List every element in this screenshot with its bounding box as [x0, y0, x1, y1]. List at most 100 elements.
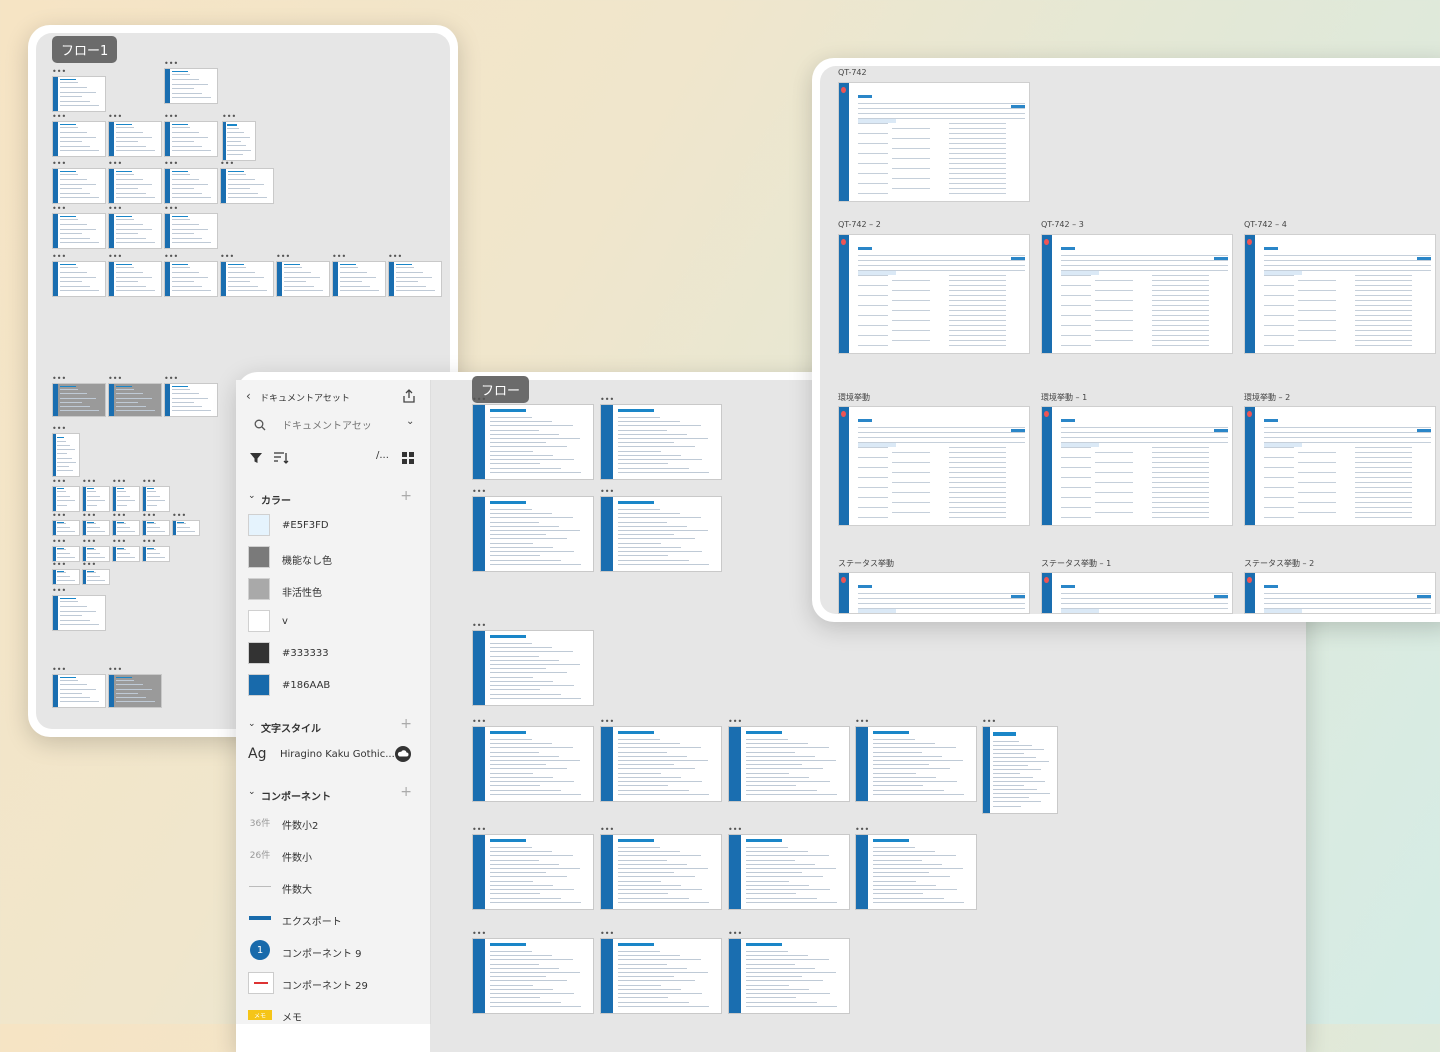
- artboard-thumbnail[interactable]: [142, 546, 170, 562]
- artboard-frame[interactable]: [1041, 406, 1233, 526]
- artboard-thumbnail[interactable]: [52, 486, 80, 512]
- component-item[interactable]: 件数大: [236, 876, 430, 898]
- artboard-frame[interactable]: [838, 572, 1030, 614]
- color-swatch-item[interactable]: #186AAB: [236, 674, 430, 698]
- artboard-thumbnail[interactable]: [728, 726, 850, 802]
- frame-menu-dots[interactable]: •••: [52, 68, 66, 76]
- artboard-thumbnail[interactable]: [82, 569, 110, 585]
- artboard-thumbnail[interactable]: [472, 404, 594, 480]
- add-text-style-icon[interactable]: +: [400, 716, 412, 732]
- frame-menu-dots[interactable]: •••: [982, 718, 996, 726]
- artboard-thumbnail[interactable]: [52, 261, 106, 297]
- color-swatch-item[interactable]: #E5F3FD: [236, 514, 430, 538]
- frame-menu-dots[interactable]: •••: [728, 826, 742, 834]
- component-item[interactable]: コンポーネント 29: [236, 972, 430, 994]
- frame-menu-dots[interactable]: •••: [164, 253, 178, 261]
- frame-menu-dots[interactable]: •••: [52, 375, 66, 383]
- flow1-title-tag[interactable]: フロー1: [52, 36, 118, 63]
- search-dropdown-chevron-icon[interactable]: ⌄: [406, 416, 414, 427]
- artboard-thumbnail[interactable]: [112, 546, 140, 562]
- filter-icon[interactable]: [249, 451, 263, 465]
- artboard-thumbnail[interactable]: [142, 486, 170, 512]
- artboard-thumbnail[interactable]: [52, 433, 80, 477]
- frame-menu-dots[interactable]: •••: [600, 718, 614, 726]
- artboard-thumbnail[interactable]: [332, 261, 386, 297]
- artboard-thumbnail[interactable]: [600, 726, 722, 802]
- frame-menu-dots[interactable]: •••: [52, 205, 66, 213]
- artboard-label[interactable]: ステータス挙動 – 1: [1041, 558, 1111, 569]
- artboard-thumbnail[interactable]: [472, 726, 594, 802]
- color-swatch-item[interactable]: 機能なし色: [236, 546, 430, 570]
- frame-menu-dots[interactable]: •••: [108, 160, 122, 168]
- artboard-thumbnail[interactable]: [220, 261, 274, 297]
- frame-menu-dots[interactable]: •••: [472, 718, 486, 726]
- artboard-thumbnail[interactable]: [472, 496, 594, 572]
- artboard-thumbnail[interactable]: [472, 938, 594, 1014]
- artboard-thumbnail[interactable]: [52, 383, 106, 417]
- component-item[interactable]: 1 コンポーネント 9: [236, 940, 430, 962]
- frame-menu-dots[interactable]: •••: [52, 538, 66, 546]
- frame-menu-dots[interactable]: •••: [108, 253, 122, 261]
- text-style-item[interactable]: Ag Hiragino Kaku Gothic...: [236, 744, 430, 766]
- frame-menu-dots[interactable]: •••: [52, 587, 66, 595]
- frame-menu-dots[interactable]: •••: [220, 253, 234, 261]
- frame-menu-dots[interactable]: •••: [112, 478, 126, 486]
- edit-path-icon[interactable]: /...: [376, 450, 389, 461]
- artboard-thumbnail[interactable]: [52, 76, 106, 112]
- artboard-thumbnail[interactable]: [600, 834, 722, 910]
- add-color-icon[interactable]: +: [400, 488, 412, 504]
- artboard-thumbnail[interactable]: [108, 261, 162, 297]
- artboard-frame[interactable]: [1244, 234, 1436, 354]
- share-icon[interactable]: [401, 388, 417, 404]
- frame-menu-dots[interactable]: •••: [108, 375, 122, 383]
- colors-section-header[interactable]: ⌄ カラー +: [236, 488, 430, 507]
- artboard-thumbnail[interactable]: [600, 404, 722, 480]
- artboard-label[interactable]: 環境挙動 – 2: [1244, 392, 1290, 403]
- frame-menu-dots[interactable]: •••: [276, 253, 290, 261]
- artboard-thumbnail[interactable]: [276, 261, 330, 297]
- frame-menu-dots[interactable]: •••: [108, 113, 122, 121]
- frame-menu-dots[interactable]: •••: [164, 160, 178, 168]
- artboard-frame[interactable]: [838, 234, 1030, 354]
- artboard-thumbnail[interactable]: [108, 121, 162, 157]
- frame-menu-dots[interactable]: •••: [728, 718, 742, 726]
- artboard-thumbnail[interactable]: [164, 68, 218, 104]
- artboard-thumbnail[interactable]: [164, 121, 218, 157]
- frame-menu-dots[interactable]: •••: [220, 160, 234, 168]
- frame-menu-dots[interactable]: •••: [52, 425, 66, 433]
- sort-icon[interactable]: [273, 451, 289, 465]
- artboard-label[interactable]: QT-742: [838, 68, 867, 77]
- frame-menu-dots[interactable]: •••: [600, 396, 614, 404]
- frame-menu-dots[interactable]: •••: [472, 826, 486, 834]
- artboard-thumbnail[interactable]: [52, 674, 106, 708]
- grid-view-icon[interactable]: [402, 452, 414, 464]
- artboard-thumbnail[interactable]: [164, 261, 218, 297]
- artboard-label[interactable]: QT-742 – 4: [1244, 220, 1287, 229]
- artboard-thumbnail[interactable]: [108, 674, 162, 708]
- frame-menu-dots[interactable]: •••: [172, 512, 186, 520]
- artboard-label[interactable]: 環境挙動 – 1: [1041, 392, 1087, 403]
- frame-menu-dots[interactable]: •••: [52, 666, 66, 674]
- artboard-thumbnail[interactable]: [222, 121, 256, 161]
- artboard-thumbnail[interactable]: [52, 121, 106, 157]
- frame-menu-dots[interactable]: •••: [600, 826, 614, 834]
- artboard-thumbnail[interactable]: [172, 520, 200, 536]
- component-item[interactable]: メモ メモ: [236, 1004, 430, 1026]
- text-styles-section-header[interactable]: ⌄ 文字スタイル +: [236, 716, 430, 735]
- frame-menu-dots[interactable]: •••: [472, 930, 486, 938]
- frame-menu-dots[interactable]: •••: [82, 512, 96, 520]
- color-swatch-item[interactable]: 非活性色: [236, 578, 430, 602]
- artboard-thumbnail[interactable]: [52, 569, 80, 585]
- artboard-thumbnail[interactable]: [164, 168, 218, 204]
- back-chevron-icon[interactable]: ‹: [246, 389, 251, 403]
- artboard-frame[interactable]: [838, 82, 1030, 202]
- frame-menu-dots[interactable]: •••: [332, 253, 346, 261]
- color-swatch-item[interactable]: v: [236, 610, 430, 634]
- add-component-icon[interactable]: +: [400, 784, 412, 800]
- artboard-thumbnail[interactable]: [855, 834, 977, 910]
- artboard-thumbnail[interactable]: [142, 520, 170, 536]
- frame-menu-dots[interactable]: •••: [112, 512, 126, 520]
- color-swatch-item[interactable]: #333333: [236, 642, 430, 666]
- components-section-header[interactable]: ⌄ コンポーネント +: [236, 784, 430, 803]
- frame-menu-dots[interactable]: •••: [52, 561, 66, 569]
